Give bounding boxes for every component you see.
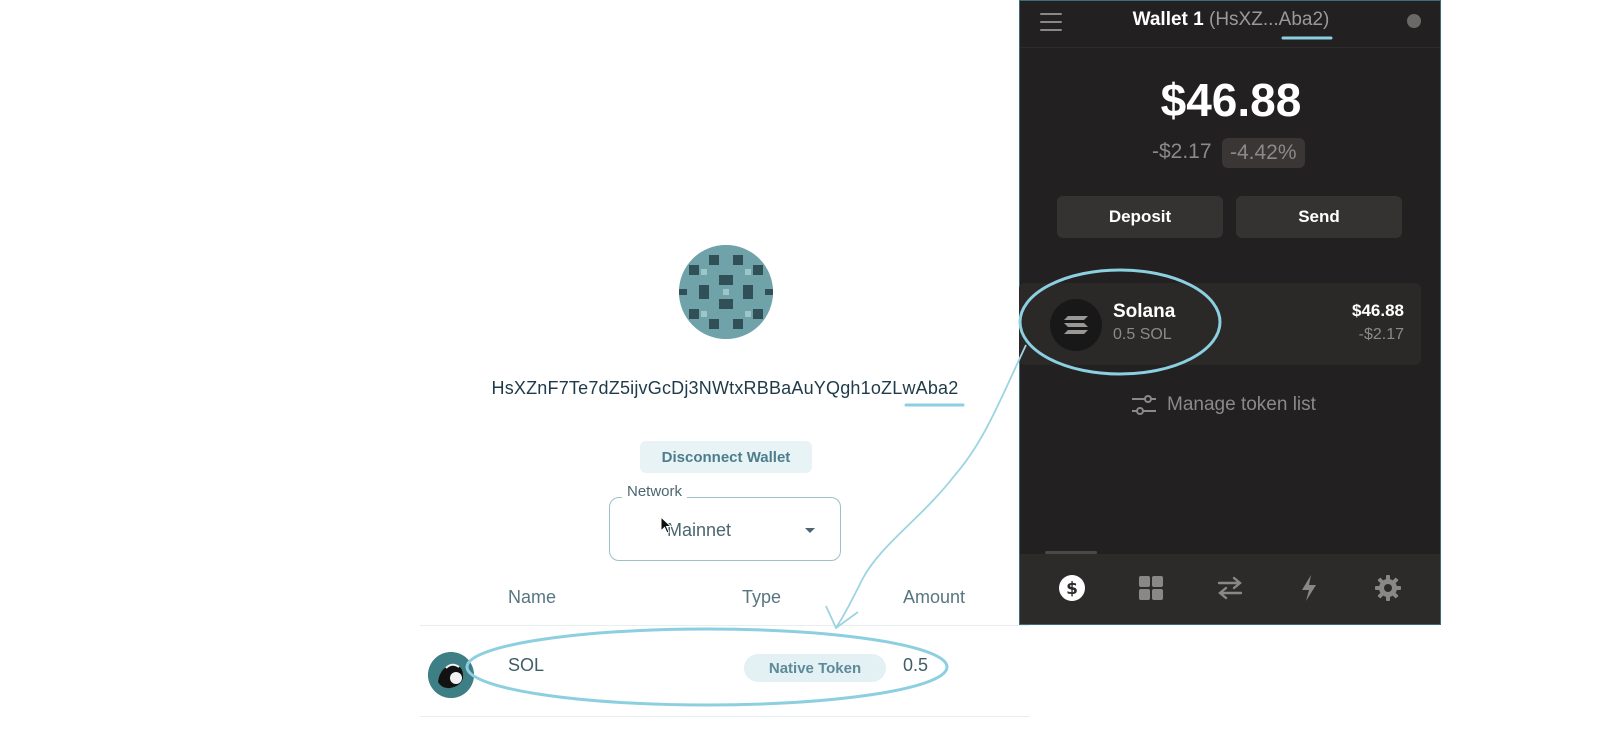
manage-token-list-link[interactable]: Manage token list — [1131, 394, 1316, 416]
svg-text:$: $ — [1066, 579, 1078, 599]
disconnect-wallet-button[interactable]: Disconnect Wallet — [640, 441, 812, 473]
manage-token-list-label: Manage token list — [1167, 394, 1316, 415]
table-divider — [420, 625, 1030, 626]
wallet-short-address: (HsXZ...Aba2) — [1209, 9, 1330, 30]
wallet-title[interactable]: Wallet 1 (HsXZ...Aba2) — [1020, 9, 1440, 31]
column-header-type: Type — [742, 587, 782, 607]
network-selected-value: Mainnet — [667, 520, 732, 540]
wallet-address: HsXZnF7Te7dZ5ijvGcDj3NWtxRBBaAuYQgh1oZLw… — [491, 378, 959, 398]
token-amount-cell: 0.5 — [903, 655, 929, 675]
token-amount: 0.5 SOL — [1113, 326, 1172, 343]
send-button[interactable]: Send — [1236, 196, 1402, 238]
dollar-icon[interactable]: $ — [1058, 574, 1086, 602]
column-header-amount: Amount — [903, 587, 966, 607]
balance-change-percent: -4.42% — [1222, 138, 1305, 168]
solana-icon — [1050, 299, 1102, 351]
token-name: Solana — [1113, 301, 1176, 322]
deposit-button[interactable]: Deposit — [1057, 196, 1223, 238]
mouse-cursor-icon — [660, 516, 673, 534]
network-label: Network — [622, 483, 688, 500]
token-usd-value: $46.88 — [1352, 301, 1404, 320]
token-usd-change: -$2.17 — [1358, 326, 1404, 343]
wallet-identicon — [679, 245, 773, 339]
column-header-name: Name — [508, 587, 557, 607]
sliders-icon — [1132, 395, 1156, 415]
balance-change-usd: -$2.17 — [1152, 140, 1212, 163]
token-name-cell: SOL — [508, 655, 545, 675]
gear-icon[interactable] — [1374, 574, 1402, 602]
grid-icon[interactable] — [1137, 574, 1165, 602]
wallet-name: Wallet 1 — [1132, 9, 1204, 30]
chevron-down-icon[interactable] — [805, 528, 815, 533]
token-type-badge: Native Token — [744, 654, 886, 682]
swap-icon[interactable] — [1216, 574, 1244, 602]
lightning-icon[interactable] — [1295, 574, 1323, 602]
table-divider — [420, 716, 1030, 717]
connection-status-icon[interactable] — [1407, 14, 1421, 28]
wallet-balance: $46.88 — [1160, 74, 1302, 126]
token-avatar — [428, 652, 474, 698]
